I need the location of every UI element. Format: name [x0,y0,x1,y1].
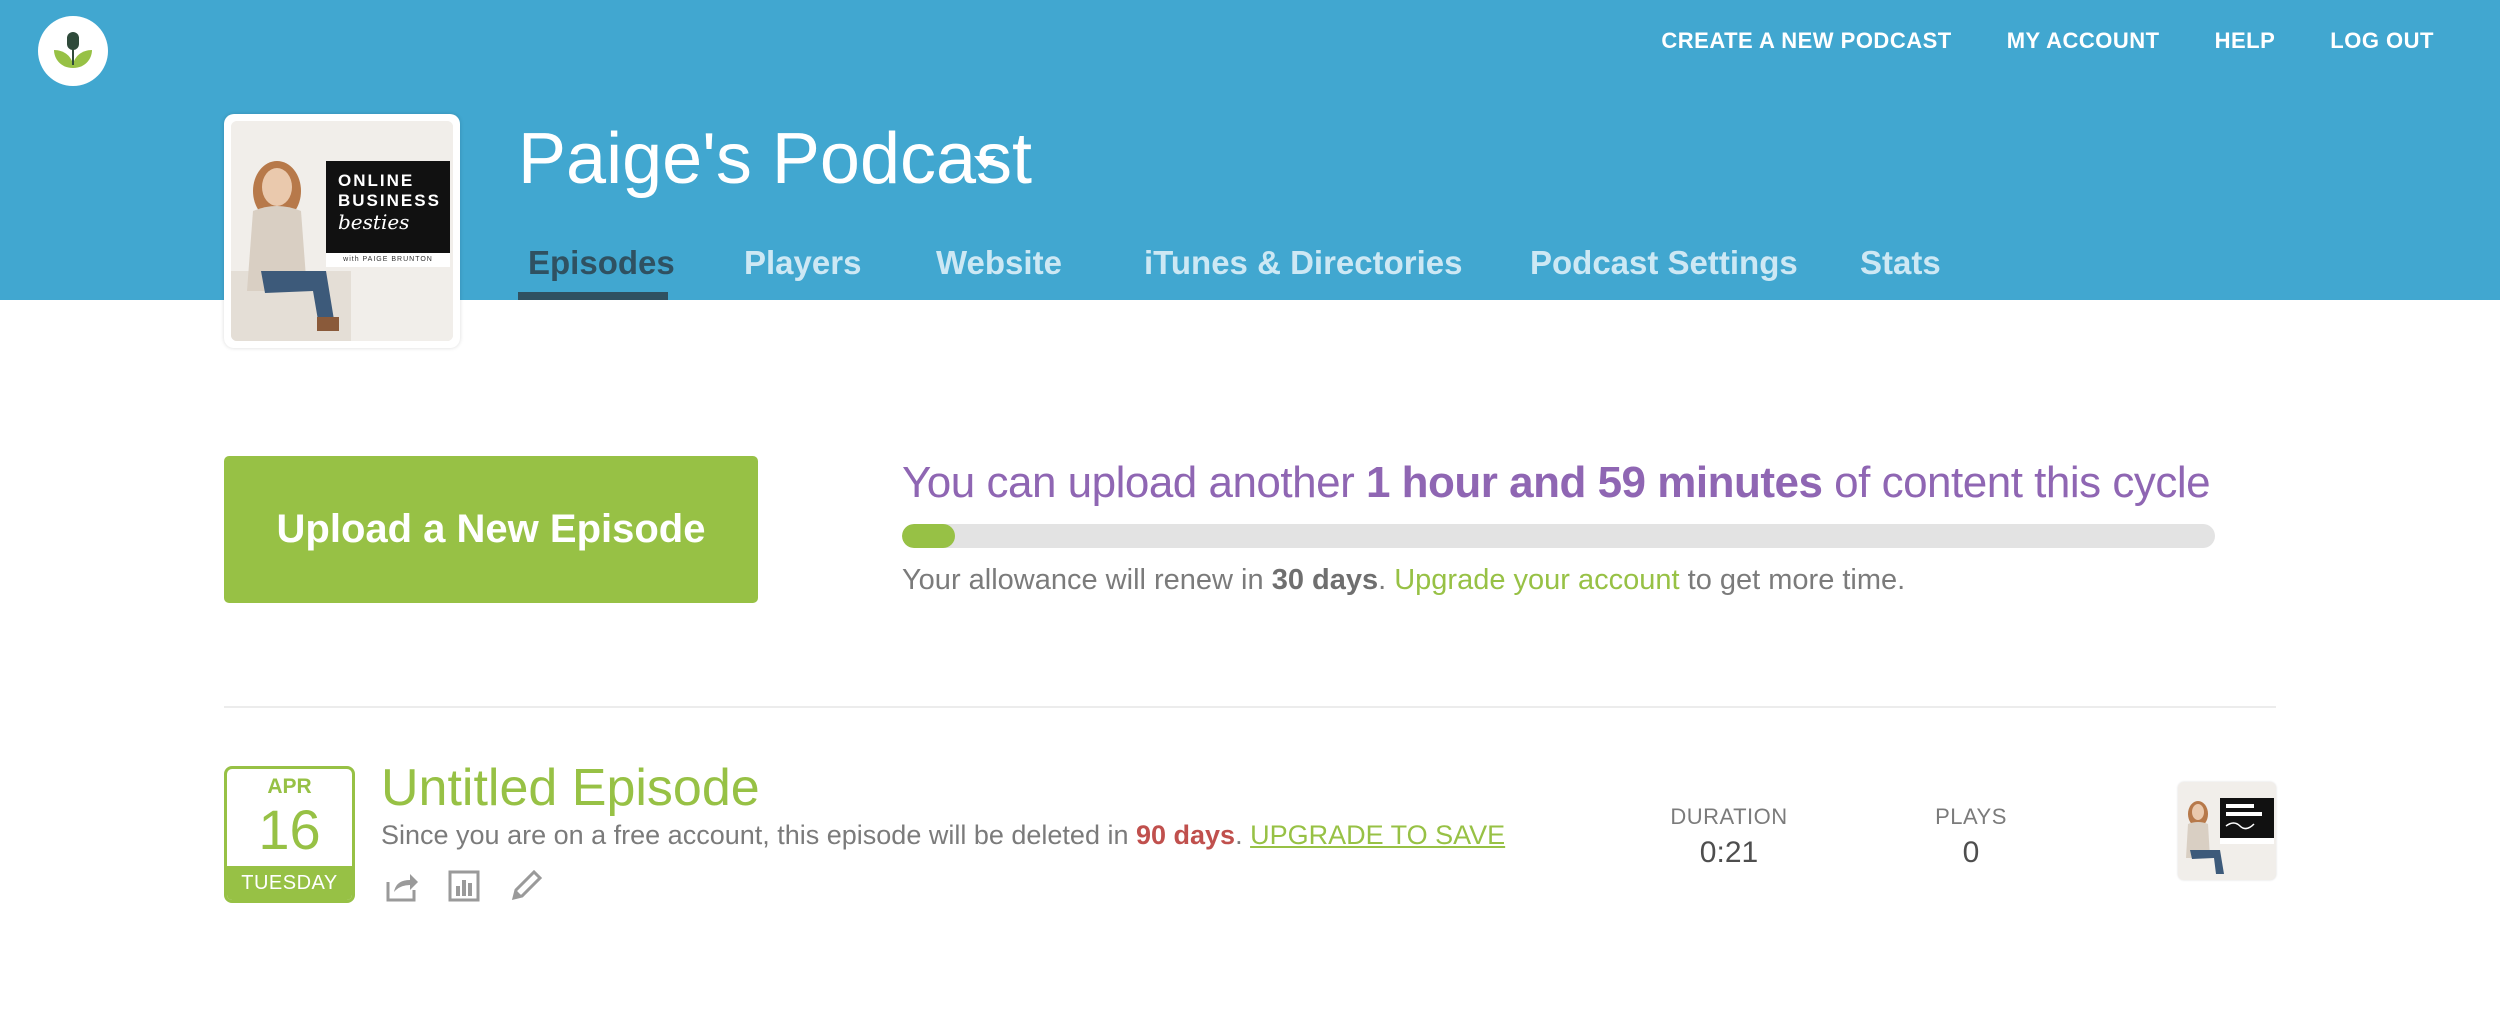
podcast-title[interactable]: Paige's Podcast [518,118,1032,200]
cover-logo-block: ONLINE BUSINESS besties [326,161,450,253]
cover-byline: with PAIGE BRUNTON [326,253,450,267]
episode-actions [384,868,544,904]
note-period: . [1235,820,1251,850]
renew-suffix: to get more time. [1679,564,1906,596]
allowance-headline-suffix: of content this cycle [1822,458,2211,507]
cover-logo-script: besties [338,210,410,234]
tab-website[interactable]: Website [936,244,1062,282]
tab-stats[interactable]: Stats [1860,244,1941,282]
upload-new-episode-button[interactable]: Upload a New Episode [224,456,758,603]
tab-players[interactable]: Players [744,244,861,282]
episode-weekday: TUESDAY [227,866,352,900]
cover-logo-line-1: ONLINE [338,171,415,190]
upgrade-to-save-link[interactable]: UPGRADE TO SAVE [1250,820,1505,850]
plays-stat: PLAYS 0 [1926,804,2016,870]
upload-allowance: You can upload another 1 hour and 59 min… [902,458,2222,596]
duration-value: 0:21 [1699,836,1759,869]
tab-episodes[interactable]: Episodes [528,244,675,282]
plays-label: PLAYS [1935,804,2007,829]
my-account-link[interactable]: MY ACCOUNT [2007,28,2160,54]
plays-value: 0 [1962,836,1980,869]
episode-day: 16 [258,798,321,861]
app-logo[interactable] [38,16,108,86]
episode-title-link[interactable]: Untitled Episode [381,758,760,818]
top-nav: CREATE A NEW PODCAST MY ACCOUNT HELP LOG… [1606,28,2434,54]
allowance-progress-bar [902,524,2215,548]
renew-days: 30 days [1271,564,1379,596]
episode-thumbnail[interactable] [2178,782,2276,880]
renew-period: . [1378,564,1395,596]
duration-stat: DURATION 0:21 [1664,804,1794,870]
allowance-headline-prefix: You can upload another [902,458,1366,507]
active-tab-indicator [518,292,668,300]
renew-prefix: Your allowance will renew in [902,564,1272,596]
log-out-link[interactable]: LOG OUT [2330,28,2434,54]
stats-icon[interactable] [446,868,482,904]
note-prefix: Since you are on a free account, this ep… [381,820,1136,850]
allowance-headline: You can upload another 1 hour and 59 min… [902,458,2222,508]
sprout-mic-icon [54,32,92,68]
episode-thumbnail-image [2178,782,2276,880]
cover-image: ONLINE BUSINESS besties with PAIGE BRUNT… [231,121,453,341]
allowance-renew-text: Your allowance will renew in 30 days. Up… [902,564,1905,597]
episode-date-badge: APR 16 TUESDAY [224,766,355,903]
edit-icon[interactable] [508,868,544,904]
podcast-cover-art[interactable]: ONLINE BUSINESS besties with PAIGE BRUNT… [224,114,460,348]
podcast-switcher-caret-icon[interactable] [974,156,996,169]
help-link[interactable]: HELP [2215,28,2276,54]
section-divider [224,706,2276,708]
episode-month: APR [267,775,312,798]
tab-podcast-settings[interactable]: Podcast Settings [1530,244,1798,282]
episode-deletion-notice: Since you are on a free account, this ep… [381,820,1505,851]
allowance-amount: 1 hour and 59 minutes [1365,458,1823,507]
cover-logo-line-2: BUSINESS [338,191,441,210]
upgrade-account-link[interactable]: Upgrade your account [1394,564,1679,596]
duration-label: DURATION [1670,804,1788,829]
share-icon[interactable] [384,868,420,904]
create-podcast-link[interactable]: CREATE A NEW PODCAST [1661,28,1951,54]
note-days: 90 days [1135,820,1236,850]
tab-itunes-directories[interactable]: iTunes & Directories [1144,244,1462,282]
allowance-progress-fill [902,524,955,548]
